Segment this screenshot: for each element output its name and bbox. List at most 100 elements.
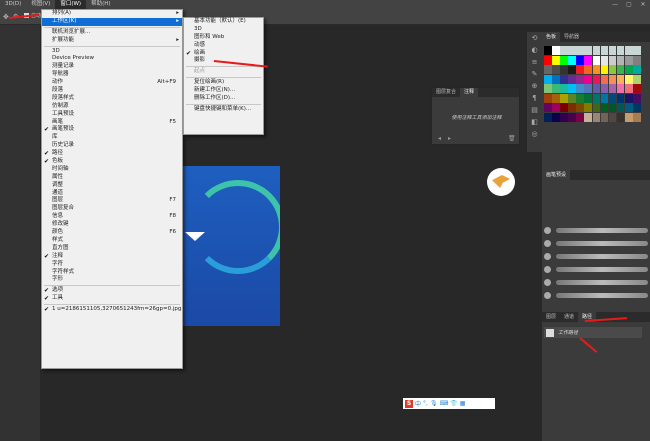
swatch[interactable] xyxy=(584,74,593,84)
swatch[interactable] xyxy=(608,65,617,74)
swatch[interactable] xyxy=(600,112,609,122)
tab-brush-presets[interactable]: 画笔预设 xyxy=(542,170,571,180)
minimize-button[interactable]: — xyxy=(608,0,622,9)
swatch[interactable] xyxy=(568,103,576,112)
chinese-mode-icon[interactable]: 中 xyxy=(415,399,421,408)
swatch[interactable] xyxy=(608,74,617,84)
maximize-button[interactable]: ▢ xyxy=(622,0,636,9)
menu-item[interactable]: 字形 xyxy=(42,276,182,284)
menu-item[interactable]: 色板 ✔ xyxy=(42,158,182,166)
brush-preset[interactable] xyxy=(544,290,648,300)
swatch[interactable] xyxy=(616,103,625,112)
swatch[interactable] xyxy=(544,55,552,65)
swatch[interactable] xyxy=(608,103,617,112)
mic-icon[interactable]: 🎙 xyxy=(430,400,438,407)
swatch[interactable] xyxy=(544,112,552,122)
swatch[interactable] xyxy=(592,84,601,93)
clone-icon[interactable]: ⊕ xyxy=(527,80,542,92)
tab-notes[interactable]: 注释 xyxy=(460,88,479,97)
notes-icon[interactable]: ▤ xyxy=(527,104,542,116)
menu-item[interactable]: 新建工作区(N)... xyxy=(184,87,263,95)
swatch[interactable] xyxy=(584,103,593,112)
paragraph-icon[interactable]: ¶ xyxy=(527,92,542,104)
menu-item[interactable]: 属性 xyxy=(42,174,182,182)
menu-item[interactable]: 颜色 F6 xyxy=(42,229,182,237)
trash-icon[interactable]: 🗑 xyxy=(508,135,516,142)
swatch[interactable] xyxy=(552,103,560,112)
menu-1[interactable]: 视图(V) xyxy=(26,0,55,9)
swatch[interactable] xyxy=(616,74,625,84)
swatch[interactable] xyxy=(552,46,560,55)
keyboard-icon[interactable]: ⌨ xyxy=(440,400,449,407)
swatch[interactable] xyxy=(552,93,560,103)
brush-preset[interactable] xyxy=(544,251,648,261)
menu-item[interactable]: 直方图 xyxy=(42,245,182,253)
swatch[interactable] xyxy=(600,84,609,93)
swatch[interactable] xyxy=(560,93,568,103)
swatch[interactable] xyxy=(633,55,641,65)
menu-item[interactable]: 扩展功能 ▸ xyxy=(42,37,182,45)
tab-layers[interactable]: 图层 xyxy=(542,312,560,322)
tab-swatches[interactable]: 色板 xyxy=(542,32,561,42)
prev-note-icon[interactable]: ◂ xyxy=(438,135,441,142)
swatch[interactable] xyxy=(616,46,625,55)
swatch[interactable] xyxy=(608,112,617,122)
swatch[interactable] xyxy=(600,74,609,84)
swatch[interactable] xyxy=(576,112,584,122)
swatch[interactable] xyxy=(584,93,593,103)
swatch[interactable] xyxy=(624,74,633,84)
tab-navigator[interactable]: 导航器 xyxy=(560,32,583,42)
document-canvas[interactable] xyxy=(183,166,280,326)
swatch[interactable] xyxy=(544,103,552,112)
menu-item[interactable]: 字符 xyxy=(42,261,182,269)
swatch[interactable] xyxy=(560,84,568,93)
swatch[interactable] xyxy=(568,74,576,84)
menu-item[interactable]: 选项 ✔ xyxy=(42,287,182,295)
menu-item[interactable]: 时间轴 xyxy=(42,166,182,174)
swatch[interactable] xyxy=(624,93,633,103)
menu-item[interactable]: 联机浏览扩展... xyxy=(42,29,182,37)
menu-item[interactable]: 通道 xyxy=(42,190,182,198)
swatch[interactable] xyxy=(624,103,633,112)
adjust-icon[interactable]: ◐ xyxy=(527,44,542,56)
toolbox-icon[interactable]: ▦ xyxy=(460,400,466,407)
swatch[interactable] xyxy=(616,84,625,93)
menu-item[interactable]: 历史记录 xyxy=(42,142,182,150)
swatch[interactable] xyxy=(552,74,560,84)
swatch[interactable] xyxy=(576,103,584,112)
swatch[interactable] xyxy=(560,103,568,112)
swatch[interactable] xyxy=(552,55,560,65)
swatch[interactable] xyxy=(568,65,576,74)
swatch[interactable] xyxy=(560,65,568,74)
swatch[interactable] xyxy=(608,93,617,103)
sogou-icon[interactable]: S xyxy=(405,399,413,408)
swatch[interactable] xyxy=(633,46,641,55)
brush-preset[interactable] xyxy=(544,264,648,274)
swatch[interactable] xyxy=(592,74,601,84)
menu-item[interactable]: 复位绘画(R) xyxy=(184,79,263,87)
swatch[interactable] xyxy=(568,112,576,122)
menu-item[interactable]: 注释 ✔ xyxy=(42,253,182,261)
swatch[interactable] xyxy=(600,65,609,74)
brush-preset-list[interactable] xyxy=(544,222,648,303)
swatch[interactable] xyxy=(552,112,560,122)
properties-icon[interactable]: ≡ xyxy=(527,56,542,68)
swatch[interactable] xyxy=(576,55,584,65)
swatch[interactable] xyxy=(568,84,576,93)
menu-item[interactable]: 3D xyxy=(42,48,182,56)
swatch[interactable] xyxy=(544,65,552,74)
swatch[interactable] xyxy=(624,55,633,65)
swatches-grid[interactable] xyxy=(544,46,641,122)
swatch[interactable] xyxy=(592,55,601,65)
menu-item[interactable]: 工具预设 xyxy=(42,111,182,119)
menu-item[interactable]: 动感 xyxy=(184,42,263,50)
swatch[interactable] xyxy=(592,65,601,74)
menu-item[interactable]: 仿制源 xyxy=(42,103,182,111)
channels-icon[interactable]: ◎ xyxy=(527,128,542,140)
swatch[interactable] xyxy=(576,84,584,93)
swatch[interactable] xyxy=(624,46,633,55)
swatch[interactable] xyxy=(544,74,552,84)
brush-preset[interactable] xyxy=(544,238,648,248)
menu-item[interactable]: 基本功能（默认）(E) xyxy=(184,18,263,26)
swatch[interactable] xyxy=(633,74,641,84)
